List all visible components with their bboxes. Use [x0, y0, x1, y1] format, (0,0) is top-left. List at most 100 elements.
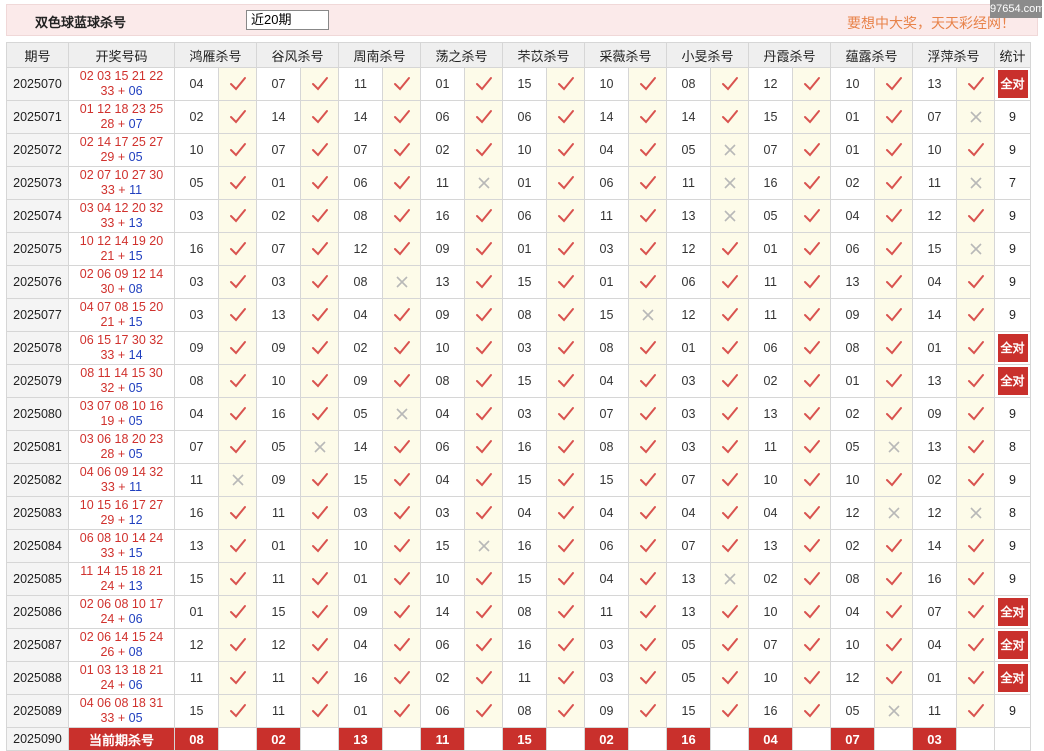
check-icon — [956, 595, 995, 629]
kill-number: 14 — [584, 100, 629, 134]
kill-number: 12 — [912, 496, 957, 530]
draw-red-last: 33 — [100, 183, 115, 197]
cross-icon — [300, 430, 339, 464]
col-expert[interactable]: 小旻杀号 — [666, 42, 749, 68]
check-icon — [218, 628, 257, 662]
kill-number: 09 — [338, 364, 383, 398]
check-icon — [382, 529, 421, 563]
kill-number: 10 — [256, 364, 301, 398]
kill-number: 13 — [912, 430, 957, 464]
current-kill-number: 15 — [502, 727, 547, 751]
kill-number: 09 — [256, 331, 301, 365]
stat-cell: 9 — [994, 265, 1031, 299]
col-expert[interactable]: 周南杀号 — [338, 42, 421, 68]
kill-number: 14 — [912, 298, 957, 332]
draw-red-line1: 04 06 09 14 32 — [79, 465, 164, 479]
table-row: 2025076 02 06 09 12 14 30 + 08 03 03 08 13 15 01… — [6, 265, 1031, 299]
draw-line2: 33 + 11 — [100, 480, 143, 494]
table-row: 2025083 10 15 16 17 27 29 + 12 16 11 03 03 04 04… — [6, 496, 1031, 530]
kill-number: 10 — [912, 133, 957, 167]
cross-icon — [874, 694, 913, 728]
table-row: 2025089 04 06 08 18 31 33 + 05 15 11 01 06 08 09… — [6, 694, 1031, 728]
check-icon — [546, 265, 585, 299]
draw-red-last: 26 — [100, 645, 115, 659]
col-expert[interactable]: 丹霞杀号 — [748, 42, 831, 68]
check-icon — [218, 562, 257, 596]
kill-number: 10 — [174, 133, 219, 167]
kill-number: 03 — [338, 496, 383, 530]
kill-number: 10 — [502, 133, 547, 167]
all-correct-badge: 全对 — [997, 598, 1028, 626]
draw-red-last: 28 — [100, 117, 115, 131]
check-icon — [546, 100, 585, 134]
draw-blue-ball: 08 — [128, 645, 143, 659]
col-expert[interactable]: 蕴露杀号 — [830, 42, 913, 68]
all-correct-badge: 全对 — [997, 664, 1028, 692]
check-icon — [218, 199, 257, 233]
current-blank — [300, 727, 339, 751]
check-icon — [792, 397, 831, 431]
period-select-value: 近20期 — [251, 12, 292, 27]
check-icon — [710, 661, 749, 695]
col-expert[interactable]: 荡之杀号 — [420, 42, 503, 68]
kill-number: 01 — [420, 67, 465, 101]
col-expert[interactable]: 芣苡杀号 — [502, 42, 585, 68]
issue-cell: 2025080 — [6, 397, 69, 431]
kill-number: 16 — [338, 661, 383, 695]
stat-cell: 9 — [994, 463, 1031, 497]
kill-number: 05 — [338, 397, 383, 431]
kill-number: 02 — [830, 397, 875, 431]
kill-number: 10 — [830, 463, 875, 497]
kill-number: 03 — [584, 628, 629, 662]
kill-number: 03 — [502, 331, 547, 365]
kill-number: 03 — [584, 661, 629, 695]
stat-cell: 9 — [994, 100, 1031, 134]
draw-cell: 04 06 09 14 32 33 + 11 — [68, 463, 175, 497]
check-icon — [382, 430, 421, 464]
period-select[interactable]: 近20期 — [246, 10, 329, 30]
stat-cell: 全对 — [994, 661, 1031, 695]
check-icon — [218, 496, 257, 530]
col-expert[interactable]: 谷风杀号 — [256, 42, 339, 68]
draw-cell: 03 04 12 20 32 33 + 13 — [68, 199, 175, 233]
check-icon — [218, 364, 257, 398]
kill-number: 14 — [256, 100, 301, 134]
check-icon — [300, 265, 339, 299]
col-expert[interactable]: 浮萍杀号 — [912, 42, 995, 68]
kill-number: 08 — [584, 331, 629, 365]
kill-number: 12 — [912, 199, 957, 233]
check-icon — [382, 628, 421, 662]
kill-number: 14 — [912, 529, 957, 563]
kill-number: 15 — [666, 694, 711, 728]
check-icon — [710, 100, 749, 134]
col-issue: 期号 — [6, 42, 69, 68]
check-icon — [382, 232, 421, 266]
check-icon — [628, 133, 667, 167]
check-icon — [792, 199, 831, 233]
kill-number: 05 — [256, 430, 301, 464]
stat-cell: 9 — [994, 397, 1031, 431]
draw-red-line1: 06 08 10 14 24 — [79, 531, 164, 545]
kill-number: 04 — [830, 199, 875, 233]
table-row: 2025074 03 04 12 20 32 33 + 13 03 02 08 16 06 11… — [6, 199, 1031, 233]
draw-blue-ball: 14 — [128, 348, 143, 362]
kill-number: 01 — [830, 133, 875, 167]
check-icon — [710, 397, 749, 431]
check-icon — [710, 67, 749, 101]
kill-number: 10 — [338, 529, 383, 563]
check-icon — [874, 298, 913, 332]
kill-number: 15 — [256, 595, 301, 629]
col-expert[interactable]: 鸿雁杀号 — [174, 42, 257, 68]
check-icon — [382, 463, 421, 497]
col-expert[interactable]: 采薇杀号 — [584, 42, 667, 68]
kill-number: 09 — [256, 463, 301, 497]
draw-red-last: 24 — [100, 579, 115, 593]
kill-number: 09 — [912, 397, 957, 431]
check-icon — [464, 133, 503, 167]
draw-line2: 24 + 06 — [100, 612, 143, 626]
draw-blue-ball: 05 — [128, 414, 143, 428]
check-icon — [956, 628, 995, 662]
check-icon — [300, 331, 339, 365]
draw-red-line1: 02 06 09 12 14 — [79, 267, 164, 281]
kill-number: 08 — [502, 694, 547, 728]
